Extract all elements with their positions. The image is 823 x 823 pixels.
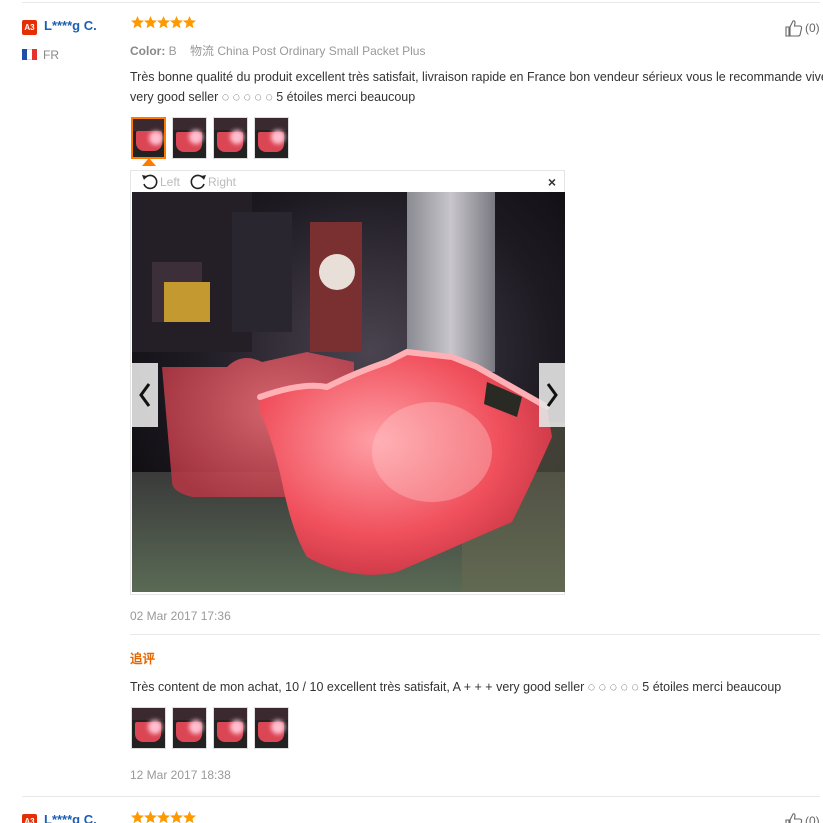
photo-thumbnail[interactable] (131, 117, 166, 159)
rotate-right-icon (190, 174, 206, 190)
shipping-method: 物流 China Post Ordinary Small Packet Plus (190, 44, 426, 58)
photo-thumbnail[interactable] (254, 707, 289, 749)
star-icon (157, 16, 170, 29)
rotate-left-icon (142, 174, 158, 190)
star-icon (131, 16, 144, 29)
star-rating (131, 15, 197, 33)
rotate-left-label: Left (160, 175, 181, 189)
followup-label: 追评 (130, 652, 156, 666)
buyer-country: FR (43, 48, 59, 62)
photo-viewer: Left Right × (130, 170, 565, 595)
close-viewer-button[interactable]: × (548, 174, 556, 190)
star-icon (144, 16, 157, 29)
helpful-button[interactable]: (0) (785, 19, 820, 37)
review-photo (132, 192, 565, 592)
buyer-name: L****g C. (44, 18, 97, 33)
helpful-count: (0) (805, 21, 820, 35)
star-icon (157, 811, 170, 823)
chevron-right-icon (546, 383, 558, 407)
rotate-right-button[interactable]: Right (189, 173, 236, 191)
buyer-level-badge: A3 (22, 20, 37, 35)
star-icon (144, 811, 157, 823)
star-icon (183, 16, 196, 29)
star-rating (131, 810, 197, 823)
followup-divider (130, 634, 820, 635)
review-date: 02 Mar 2017 17:36 (130, 609, 231, 623)
review-text: Très bonne qualité du produit excellent … (130, 67, 823, 107)
color-value: B (168, 44, 177, 58)
top-divider (22, 2, 820, 3)
active-thumbnail-pointer (142, 158, 156, 166)
rotate-right-label: Right (208, 175, 237, 189)
photo-thumbnail[interactable] (213, 117, 248, 159)
buyer-level-badge: A3 (22, 814, 37, 823)
review-photo-thumbnails (131, 117, 289, 159)
followup-date: 12 Mar 2017 18:38 (130, 768, 231, 782)
helpful-button[interactable]: (0) (785, 812, 820, 823)
thumbs-up-icon (785, 20, 803, 37)
photo-thumbnail[interactable] (172, 707, 207, 749)
star-icon (170, 811, 183, 823)
star-icon (131, 811, 144, 823)
helpful-count: (0) (805, 814, 820, 823)
previous-photo-button[interactable] (132, 363, 158, 427)
chevron-left-icon (139, 383, 151, 407)
review-text-line: Très bonne qualité du produit excellent … (130, 70, 823, 84)
next-photo-button[interactable] (539, 363, 565, 427)
thumbs-up-icon (785, 813, 803, 823)
photo-thumbnail[interactable] (131, 707, 166, 749)
rotate-left-button[interactable]: Left (141, 173, 180, 191)
color-label: Color: (130, 44, 166, 58)
purchase-info: Color: B 物流 China Post Ordinary Small Pa… (130, 42, 425, 59)
photo-thumbnail[interactable] (172, 117, 207, 159)
star-icon (183, 811, 196, 823)
star-icon (170, 16, 183, 29)
review-divider (22, 796, 820, 797)
review-text-line: very good seller ◌ ◌ ◌ ◌ ◌ 5 étoiles mer… (130, 90, 416, 104)
photo-thumbnail[interactable] (254, 117, 289, 159)
followup-text: Très content de mon achat, 10 / 10 excel… (130, 680, 782, 694)
buyer-name: L****g C. (44, 812, 97, 823)
followup-photo-thumbnails (131, 707, 289, 749)
photo-thumbnail[interactable] (213, 707, 248, 749)
france-flag-icon (22, 49, 37, 60)
next-review: A3 L****g C. (0) (0, 808, 823, 823)
